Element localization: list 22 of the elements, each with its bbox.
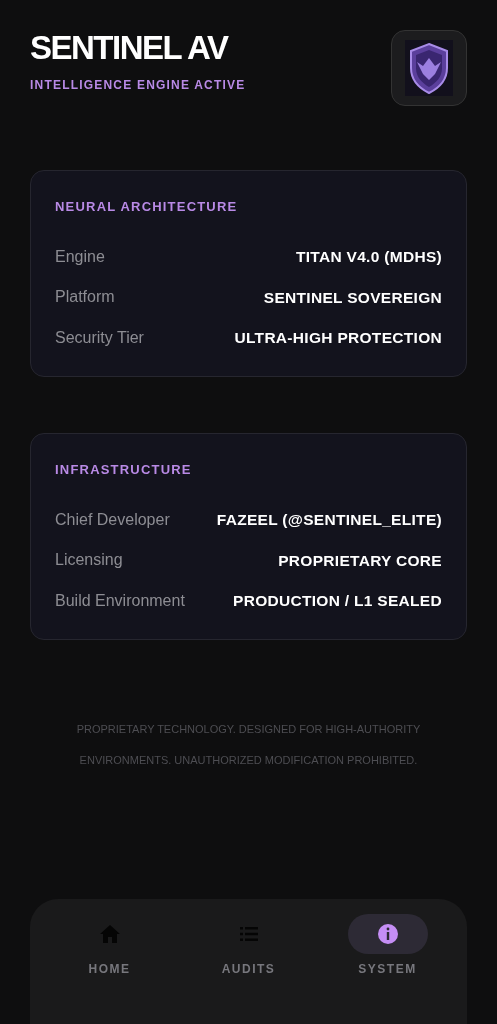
nav-tab[interactable]: HOME <box>68 914 151 1024</box>
row-value: SENTINEL SOVEREIGN <box>263 287 442 308</box>
shield-icon <box>405 40 453 96</box>
row-value: FAZEEL (@SENTINEL_ELITE) <box>216 510 442 531</box>
nav-tab[interactable]: AUDITS <box>207 914 290 1024</box>
row-label: Platform <box>55 287 115 308</box>
info-icon <box>375 922 400 946</box>
card-title: INFRASTRUCTURE <box>55 461 193 479</box>
app-title: SENTINEL AV <box>30 30 230 67</box>
row-label: Licensing <box>55 550 123 571</box>
row-value: ULTRA-HIGH PROTECTION <box>234 328 442 349</box>
row-label: Build Environment <box>55 590 185 611</box>
nav-tab[interactable]: SYSTEM <box>346 914 429 1024</box>
row-value: PRODUCTION / L1 SEALED <box>233 591 442 612</box>
app-subtitle: INTELLIGENCE ENGINE ACTIVE <box>30 77 246 95</box>
row-value: PROPRIETARY CORE <box>278 550 442 571</box>
row-label: Chief Developer <box>55 509 170 530</box>
footer-note: PROPRIETARY TECHNOLOGY. DESIGNED FOR HIGH-AUTHORITY ENVIRONMENTS. UNAUTHORIZED MODIFICATION PROHIBITED. <box>75 722 422 768</box>
card-title: NEURAL ARCHITECTURE <box>55 198 239 216</box>
row-value: TITAN V4.0 (MDHS) <box>295 247 442 268</box>
row-label: Security Tier <box>55 327 144 348</box>
row-label: Engine <box>55 246 105 267</box>
